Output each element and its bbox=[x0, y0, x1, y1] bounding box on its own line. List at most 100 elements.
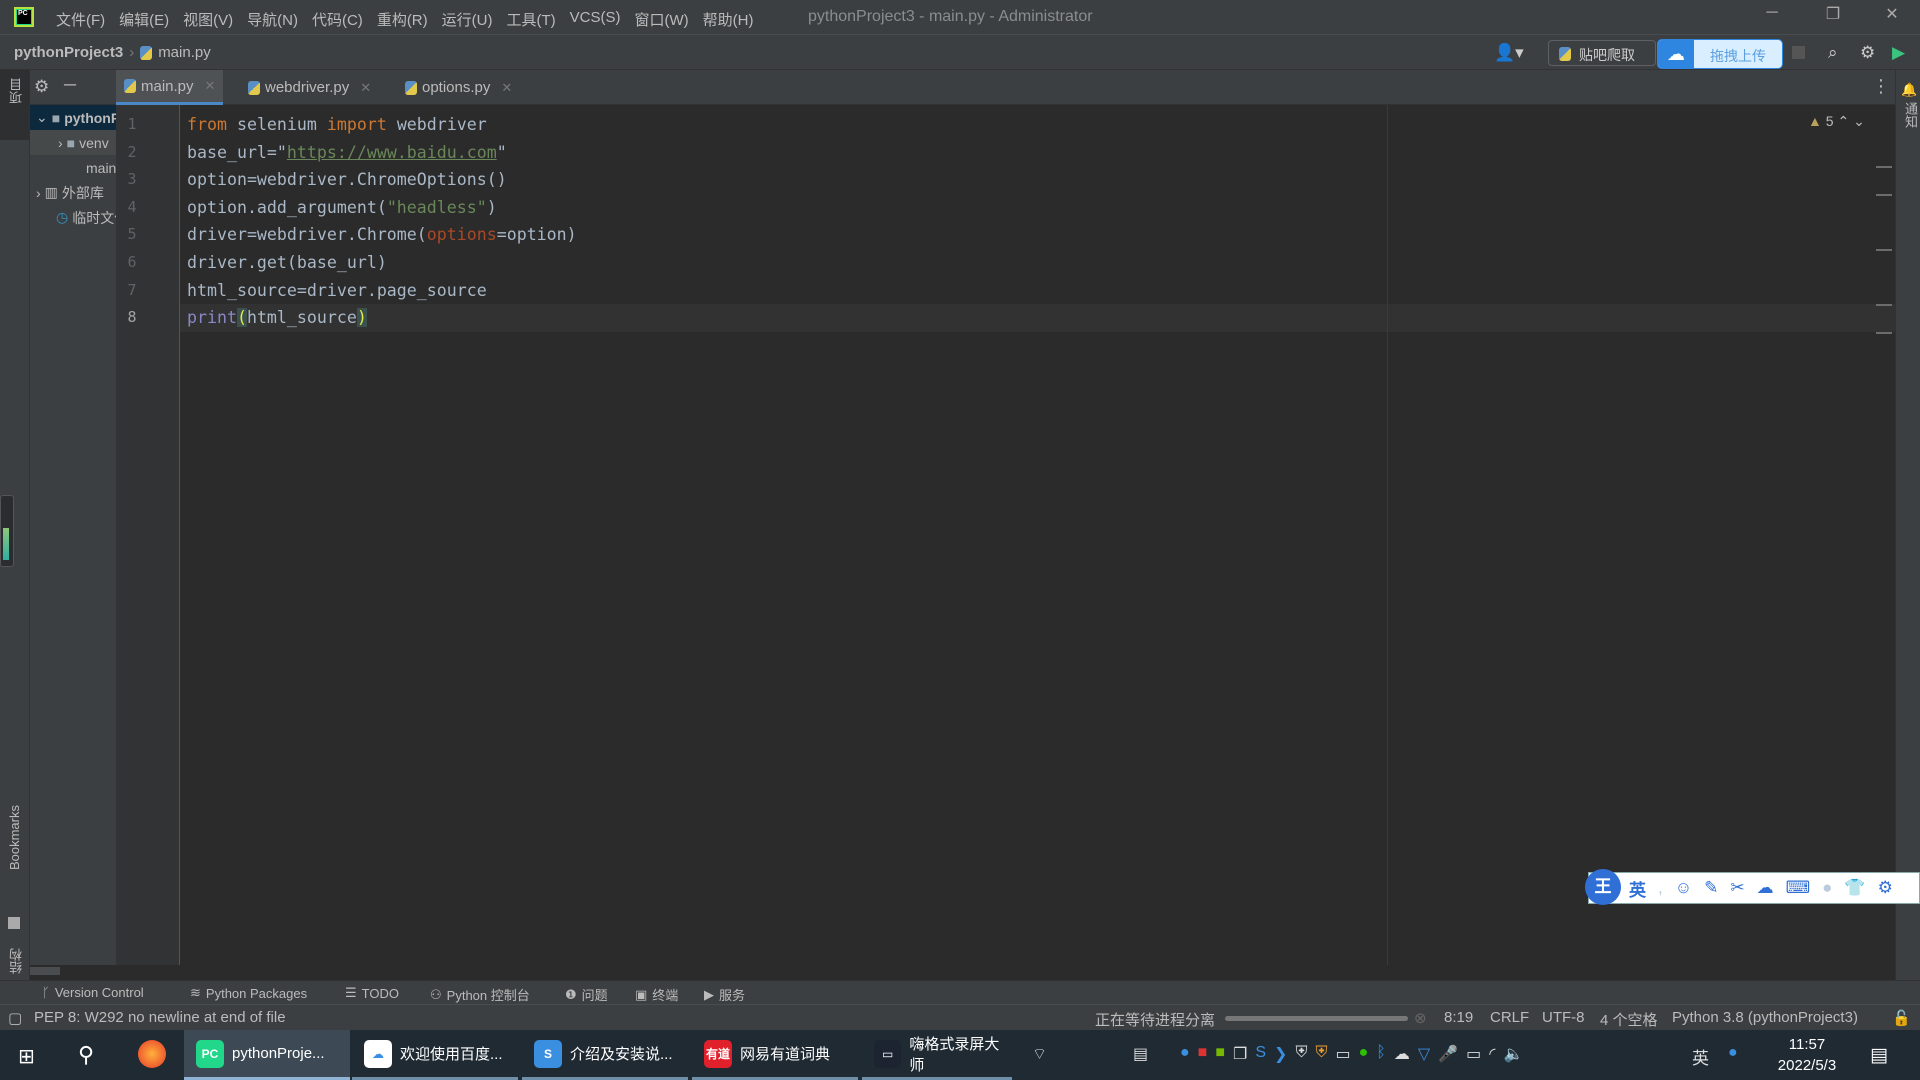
cancel-progress-icon[interactable]: ⊗ bbox=[1414, 1009, 1427, 1027]
close-tab-icon[interactable]: ✕ bbox=[360, 80, 371, 96]
tool-python-packages[interactable]: ≋ Python Packages bbox=[190, 985, 307, 1001]
ime-language-toggle[interactable]: 英 bbox=[1629, 876, 1646, 901]
menu-edit[interactable]: 编辑(E) bbox=[119, 9, 169, 30]
tree-item-venv[interactable]: › ■ venv bbox=[30, 130, 116, 155]
menu-refactor[interactable]: 重构(R) bbox=[377, 9, 428, 30]
menu-help[interactable]: 帮助(H) bbox=[703, 9, 754, 30]
tree-item-project-root[interactable]: ⌄ ■pythonProject3 bbox=[30, 105, 116, 130]
breadcrumb-file[interactable]: main.py bbox=[158, 44, 211, 61]
code-line[interactable]: html_source=driver.page_source bbox=[187, 277, 487, 305]
notification-bell-icon[interactable]: 🔔 bbox=[1901, 82, 1917, 98]
code-line[interactable]: print(html_source) bbox=[187, 304, 367, 332]
windows-start-icon[interactable]: ⊞ bbox=[18, 1044, 35, 1069]
close-button[interactable]: ✕ bbox=[1872, 4, 1912, 24]
menu-vcs[interactable]: VCS(S) bbox=[570, 9, 621, 30]
line-number[interactable]: 6 bbox=[122, 253, 142, 271]
input-language[interactable]: 英 bbox=[1692, 1044, 1709, 1069]
close-tab-icon[interactable]: ✕ bbox=[501, 80, 512, 96]
code-line[interactable]: option.add_argument("headless") bbox=[187, 194, 497, 222]
tool-todo[interactable]: ☰ TODO bbox=[345, 985, 399, 1001]
line-number[interactable]: 1 bbox=[122, 115, 142, 133]
stop-icon[interactable] bbox=[1792, 46, 1805, 59]
copy-icon[interactable]: ❐ bbox=[1233, 1044, 1247, 1064]
taskbar-item[interactable]: PC pythonProje... bbox=[184, 1030, 350, 1080]
taskbar-item[interactable]: S 介绍及安装说... bbox=[522, 1030, 688, 1080]
flash-icon[interactable]: ● bbox=[1180, 1044, 1190, 1064]
taskbar-item[interactable]: 有道 网易有道词典 bbox=[692, 1030, 858, 1080]
settings-icon[interactable]: ⚙ bbox=[1878, 878, 1893, 898]
vcs-user-icon[interactable]: 👤▾ bbox=[1494, 43, 1524, 63]
tree-item-external-libs[interactable]: › ▥ 外部库 bbox=[30, 180, 116, 205]
tree-item-scratches[interactable]: ◷临时文件和控制台 bbox=[30, 205, 116, 230]
tray-app-red-icon[interactable]: ■ bbox=[1198, 1044, 1208, 1064]
tab-main-py[interactable]: main.py ✕ bbox=[116, 70, 224, 105]
taskbar-item[interactable]: ☁ 欢迎使用百度... bbox=[352, 1030, 518, 1080]
app-icon[interactable]: ▶ bbox=[1892, 43, 1905, 63]
python-interpreter[interactable]: Python 3.8 (pythonProject3) bbox=[1672, 1009, 1858, 1026]
bluetooth-icon[interactable]: ᛒ bbox=[1376, 1044, 1386, 1064]
file-encoding[interactable]: UTF-8 bbox=[1542, 1009, 1585, 1026]
tree-item-main-py[interactable]: main.py bbox=[30, 155, 116, 180]
restore-button[interactable]: ❐ bbox=[1813, 4, 1853, 24]
caret-position[interactable]: 8:19 bbox=[1444, 1009, 1473, 1026]
next-highlight-icon[interactable]: ⌄ bbox=[1853, 113, 1865, 129]
cloud-icon[interactable]: ☁ bbox=[1757, 878, 1774, 898]
tool-version-control[interactable]: ᚴ Version Control bbox=[42, 985, 144, 1000]
menu-tools[interactable]: 工具(T) bbox=[506, 9, 555, 30]
error-stripe-mark[interactable] bbox=[1876, 166, 1892, 168]
status-message[interactable]: PEP 8: W292 no newline at end of file bbox=[34, 1009, 286, 1026]
notifications-tool-button[interactable]: 通知 bbox=[1901, 102, 1920, 128]
error-stripe-mark[interactable] bbox=[1876, 332, 1892, 334]
breadcrumb-project[interactable]: pythonProject3 bbox=[14, 44, 123, 61]
project-tool-button[interactable]: 项目 bbox=[0, 70, 29, 140]
run-config-selector[interactable]: 贴吧爬取 bbox=[1548, 40, 1656, 66]
video-icon[interactable]: ▭ bbox=[1335, 1044, 1350, 1064]
tab-options-py[interactable]: options.py ✕ bbox=[397, 70, 520, 105]
wifi-icon[interactable]: ⌔ bbox=[1032, 1044, 1047, 1064]
keyboard-icon[interactable]: ⌨ bbox=[1786, 878, 1811, 898]
punctuation-icon[interactable]: , bbox=[1658, 878, 1663, 898]
bookmarks-tool-button[interactable]: Bookmarks bbox=[7, 805, 22, 870]
line-number[interactable]: 2 bbox=[122, 143, 142, 161]
line-number[interactable]: 4 bbox=[122, 198, 142, 216]
vpn-shield-icon[interactable]: ▽ bbox=[1418, 1044, 1430, 1064]
minimize-button[interactable]: ─ bbox=[1752, 4, 1792, 22]
horizontal-scrollbar[interactable] bbox=[30, 965, 1895, 980]
scissors-icon[interactable]: ✂ bbox=[1730, 878, 1744, 898]
error-stripe-mark[interactable] bbox=[1876, 304, 1892, 306]
tray-arrow-icon[interactable]: ❯ bbox=[1274, 1044, 1287, 1064]
baidu-upload-widget[interactable]: ☁ 拖拽上传 bbox=[1657, 39, 1783, 69]
tool-services[interactable]: ▶ 服务 bbox=[704, 985, 745, 1004]
line-number[interactable]: 3 bbox=[122, 170, 142, 188]
skin-icon[interactable]: 👕 bbox=[1844, 878, 1865, 898]
security-shield-icon[interactable]: ⛨ bbox=[1315, 1044, 1327, 1064]
gear-icon[interactable]: ⚙ bbox=[1860, 43, 1875, 63]
baidu-netdisk-icon[interactable]: ☁ bbox=[1394, 1044, 1410, 1064]
error-stripe-mark[interactable] bbox=[1876, 194, 1892, 196]
shield-warning-icon[interactable]: ⛨ bbox=[1295, 1044, 1307, 1064]
tool-python-console[interactable]: ⚇ Python 控制台 bbox=[430, 985, 530, 1004]
menu-navigate[interactable]: 导航(N) bbox=[247, 9, 298, 30]
tab-webdriver-py[interactable]: webdriver.py ✕ bbox=[240, 70, 379, 105]
line-number[interactable]: 7 bbox=[122, 281, 142, 299]
clock[interactable]: 11:57 2022/5/3 bbox=[1762, 1034, 1852, 1076]
code-line[interactable]: driver.get(base_url) bbox=[187, 249, 387, 277]
close-tab-icon[interactable]: ✕ bbox=[205, 78, 216, 94]
structure-tool-button[interactable]: 结构 bbox=[7, 948, 26, 974]
lock-icon[interactable]: 🔓 bbox=[1892, 1009, 1911, 1027]
code-line[interactable]: from selenium import webdriver bbox=[187, 111, 487, 139]
menu-code[interactable]: 代码(C) bbox=[312, 9, 363, 30]
line-number[interactable]: 8 bbox=[122, 308, 142, 326]
volume-icon[interactable]: 🔈 bbox=[1503, 1044, 1523, 1064]
microphone-icon[interactable]: 🎤 bbox=[1438, 1044, 1458, 1064]
firefox-icon[interactable] bbox=[138, 1040, 166, 1068]
menu-view[interactable]: 视图(V) bbox=[183, 9, 233, 30]
tool-terminal[interactable]: ▣ 终端 bbox=[635, 985, 678, 1004]
network-icon[interactable]: ◜ bbox=[1489, 1044, 1495, 1064]
code-line[interactable]: base_url="https://www.baidu.com" bbox=[187, 139, 507, 167]
code-line[interactable]: option=webdriver.ChromeOptions() bbox=[187, 166, 507, 194]
wechat-icon[interactable]: ● bbox=[1359, 1044, 1369, 1064]
menu-run[interactable]: 运行(U) bbox=[442, 9, 493, 30]
project-settings-gear-icon[interactable]: ⚙ bbox=[34, 77, 49, 97]
emoji-icon[interactable]: ☺ bbox=[1675, 878, 1692, 898]
